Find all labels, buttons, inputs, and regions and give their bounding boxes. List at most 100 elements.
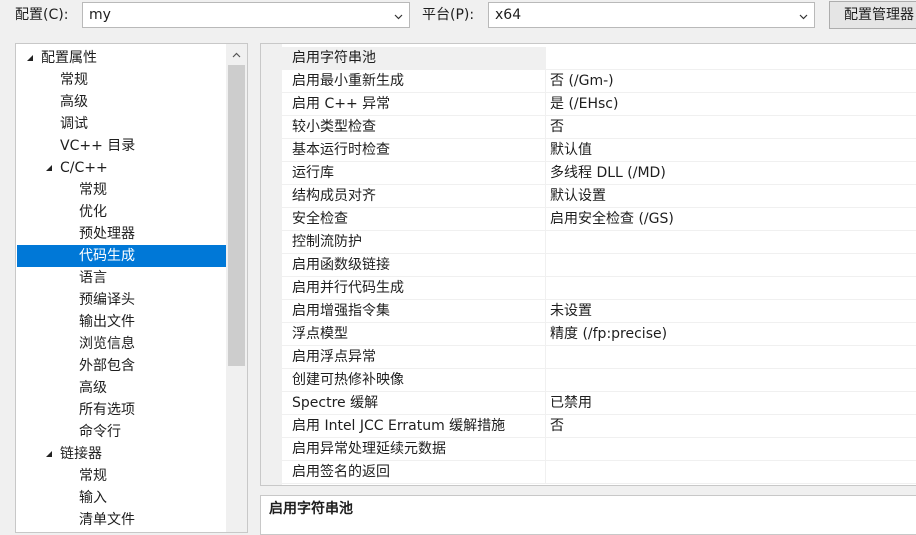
property-row[interactable]: 启用函数级链接 <box>282 254 916 277</box>
property-value-cell[interactable] <box>546 346 916 368</box>
scrollbar-thumb[interactable] <box>228 65 245 366</box>
grid-margin <box>261 44 282 485</box>
config-label: 配置(C): <box>15 7 69 23</box>
property-tree[interactable]: 配置属性 常规 高级 调试 VC++ 目录 C/C++ 常规 优化 预处理器 代码生成 语言 预编译头… <box>15 43 248 533</box>
platform-dropdown[interactable]: x64 <box>488 2 815 28</box>
property-name-cell: 较小类型检查 <box>282 116 546 138</box>
tree-item[interactable]: 高级 <box>17 377 226 399</box>
property-value-cell[interactable]: 未设置 <box>546 300 916 322</box>
property-value: 多线程 DLL (/MD) <box>550 165 666 181</box>
property-row[interactable]: 启用 C++ 异常 是 (/EHsc) <box>282 93 916 116</box>
config-manager-button-label: 配置管理器 <box>844 7 914 23</box>
tree-scrollbar[interactable] <box>226 44 247 532</box>
tree-item[interactable]: 代码生成 <box>17 245 226 267</box>
tree-item[interactable]: 常规 <box>17 69 226 91</box>
tree-item[interactable]: 语言 <box>17 267 226 289</box>
tree-item[interactable]: 浏览信息 <box>17 333 226 355</box>
tree-item[interactable]: 预处理器 <box>17 223 226 245</box>
tree-item-label: 外部包含 <box>79 358 135 374</box>
property-row[interactable]: 较小类型检查 否 <box>282 116 916 139</box>
property-name-cell: 启用并行代码生成 <box>282 277 546 299</box>
tree-item-label: 预编译头 <box>79 292 135 308</box>
property-name-cell: 启用函数级链接 <box>282 254 546 276</box>
chevron-up-icon[interactable] <box>232 52 241 58</box>
property-value-cell[interactable] <box>546 254 916 276</box>
property-row[interactable]: 基本运行时检查 默认值 <box>282 139 916 162</box>
property-name-cell: 启用异常处理延续元数据 <box>282 438 546 460</box>
property-value-cell[interactable]: 精度 (/fp:precise) <box>546 323 916 345</box>
property-value: 是 (/EHsc) <box>550 96 619 112</box>
tree-item-label: 常规 <box>79 182 107 198</box>
property-row[interactable]: 控制流防护 <box>282 231 916 254</box>
config-manager-button[interactable]: 配置管理器 <box>829 1 916 29</box>
tree-item[interactable]: C/C++ <box>17 157 226 179</box>
tree-item[interactable]: 所有选项 <box>17 399 226 421</box>
property-name: 启用浮点异常 <box>292 349 376 365</box>
tree-item[interactable]: 链接器 <box>17 443 226 465</box>
tree-item[interactable]: VC++ 目录 <box>17 135 226 157</box>
property-value-cell[interactable] <box>546 231 916 253</box>
tree-item[interactable]: 输入 <box>17 487 226 509</box>
property-row[interactable]: 启用字符串池 <box>282 47 916 70</box>
property-name-cell: 启用 Intel JCC Erratum 缓解措施 <box>282 415 546 437</box>
property-row[interactable]: 启用签名的返回 <box>282 461 916 484</box>
property-row[interactable]: 运行库 多线程 DLL (/MD) <box>282 162 916 185</box>
tree-item[interactable]: 调试 <box>17 113 226 135</box>
tree-item[interactable]: 高级 <box>17 91 226 113</box>
property-name-cell: 基本运行时检查 <box>282 139 546 161</box>
property-row[interactable]: 启用增强指令集 未设置 <box>282 300 916 323</box>
tree-item[interactable]: 命令行 <box>17 421 226 443</box>
property-name: 较小类型检查 <box>292 119 376 135</box>
property-value-cell[interactable]: 否 (/Gm-) <box>546 70 916 92</box>
property-value-cell[interactable]: 否 <box>546 116 916 138</box>
property-row[interactable]: 浮点模型 精度 (/fp:precise) <box>282 323 916 346</box>
tree-item[interactable]: 常规 <box>17 179 226 201</box>
property-name-cell: 运行库 <box>282 162 546 184</box>
property-value-cell[interactable]: 多线程 DLL (/MD) <box>546 162 916 184</box>
property-value-cell[interactable]: 默认值 <box>546 139 916 161</box>
tree-item-label: 高级 <box>60 94 88 110</box>
property-value-cell[interactable]: 已禁用 <box>546 392 916 414</box>
property-name: 启用签名的返回 <box>292 464 390 480</box>
platform-label: 平台(P): <box>422 7 475 23</box>
property-row[interactable]: 启用浮点异常 <box>282 346 916 369</box>
property-value-cell[interactable] <box>546 438 916 460</box>
tree-item-label: 代码生成 <box>79 248 135 264</box>
tree-item[interactable]: 输出文件 <box>17 311 226 333</box>
property-name: 安全检查 <box>292 211 348 227</box>
property-row[interactable]: 创建可热修补映像 <box>282 369 916 392</box>
property-value-cell[interactable]: 启用安全检查 (/GS) <box>546 208 916 230</box>
property-value-cell[interactable] <box>546 369 916 391</box>
property-row[interactable]: 启用异常处理延续元数据 <box>282 438 916 461</box>
property-row[interactable]: 启用最小重新生成 否 (/Gm-) <box>282 70 916 93</box>
tree-item[interactable]: 优化 <box>17 201 226 223</box>
property-value-cell[interactable] <box>546 277 916 299</box>
property-name-cell: 创建可热修补映像 <box>282 369 546 391</box>
property-value-cell[interactable]: 否 <box>546 415 916 437</box>
property-row[interactable]: 启用并行代码生成 <box>282 277 916 300</box>
tree-item-label: 浏览信息 <box>79 336 135 352</box>
property-row[interactable]: 安全检查 启用安全检查 (/GS) <box>282 208 916 231</box>
tree-item[interactable]: 常规 <box>17 465 226 487</box>
expand-triangle-icon[interactable] <box>46 165 52 171</box>
property-value-cell[interactable] <box>546 47 916 69</box>
property-value-cell[interactable] <box>546 461 916 483</box>
tree-item[interactable]: 配置属性 <box>17 47 226 69</box>
tree-item[interactable]: 外部包含 <box>17 355 226 377</box>
property-row[interactable]: 启用 Intel JCC Erratum 缓解措施 否 <box>282 415 916 438</box>
property-value-cell[interactable]: 默认设置 <box>546 185 916 207</box>
tree-item[interactable]: 预编译头 <box>17 289 226 311</box>
config-dropdown[interactable]: my <box>82 2 410 28</box>
tree-item-label: 高级 <box>79 380 107 396</box>
expand-triangle-icon[interactable] <box>46 451 52 457</box>
property-value: 默认值 <box>550 142 592 158</box>
property-value-cell[interactable]: 是 (/EHsc) <box>546 93 916 115</box>
property-grid[interactable]: 启用字符串池 启用最小重新生成 否 (/Gm-) 启用 C++ 异常 是 (/EHsc)… <box>260 43 916 486</box>
tree-item-label: 配置属性 <box>41 50 97 66</box>
tree-item-label: 输入 <box>79 490 107 506</box>
property-row[interactable]: 结构成员对齐 默认设置 <box>282 185 916 208</box>
property-name: 启用异常处理延续元数据 <box>292 441 446 457</box>
property-value: 精度 (/fp:precise) <box>550 326 668 342</box>
expand-triangle-icon[interactable] <box>27 55 33 61</box>
property-row[interactable]: Spectre 缓解 已禁用 <box>282 392 916 415</box>
